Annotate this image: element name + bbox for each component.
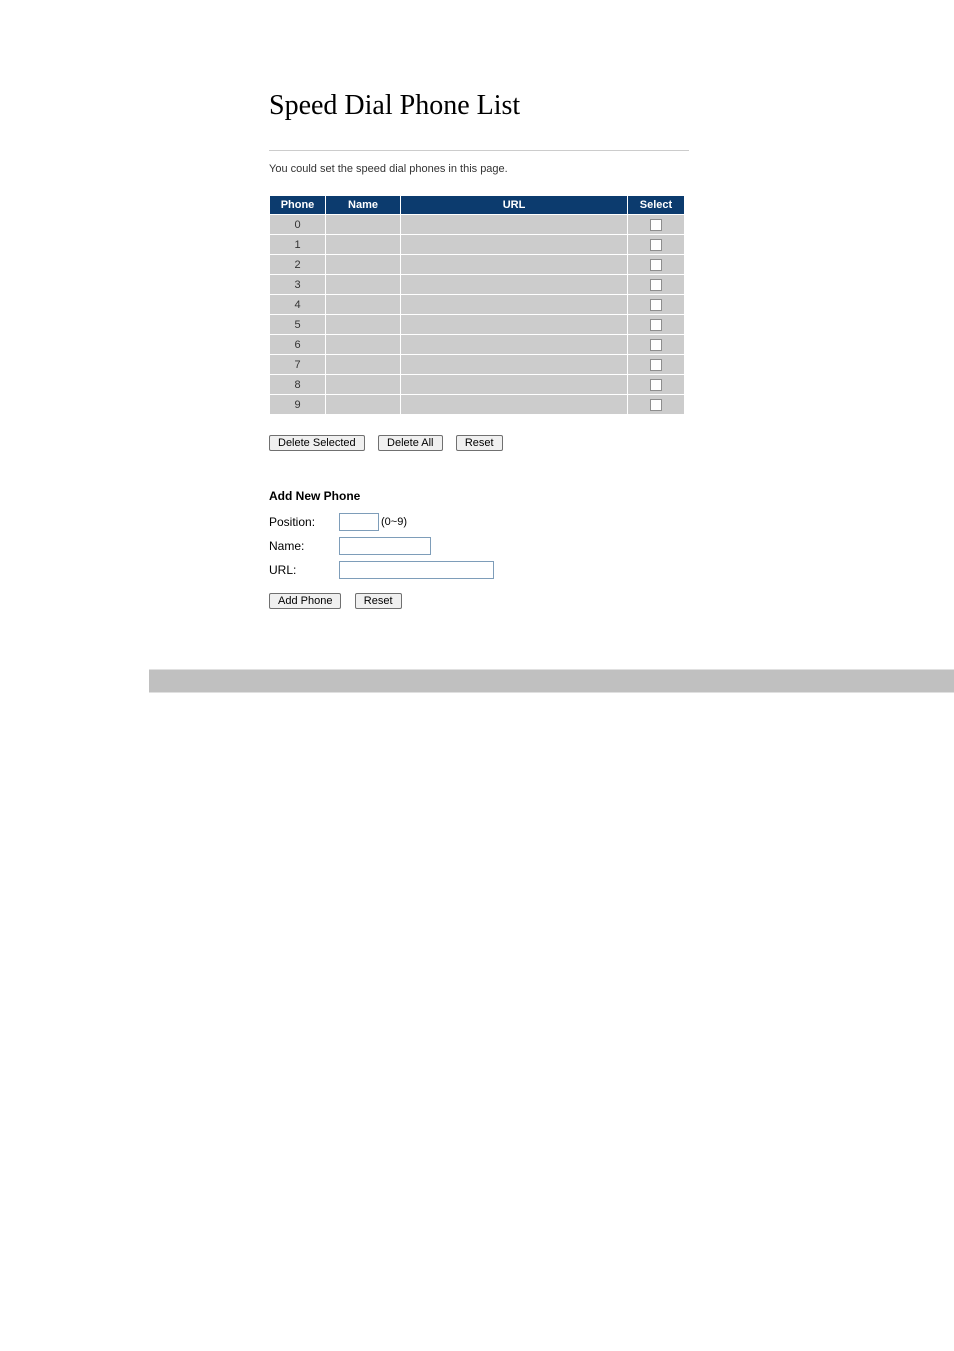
cell-name: [326, 275, 400, 294]
cell-select: [628, 355, 684, 374]
table-row: 8: [270, 375, 684, 394]
select-checkbox[interactable]: [650, 319, 662, 331]
cell-url: [401, 215, 627, 234]
select-checkbox[interactable]: [650, 339, 662, 351]
page-description: You could set the speed dial phones in t…: [269, 163, 954, 175]
select-checkbox[interactable]: [650, 279, 662, 291]
cell-name: [326, 335, 400, 354]
cell-name: [326, 255, 400, 274]
url-label: URL:: [269, 563, 339, 577]
cell-phone: 8: [270, 375, 325, 394]
name-input[interactable]: [339, 537, 431, 555]
url-input[interactable]: [339, 561, 494, 579]
select-checkbox[interactable]: [650, 239, 662, 251]
reset-form-button[interactable]: Reset: [355, 593, 402, 609]
header-select: Select: [628, 196, 684, 214]
cell-name: [326, 375, 400, 394]
cell-phone: 6: [270, 335, 325, 354]
cell-select: [628, 215, 684, 234]
table-row: 4: [270, 295, 684, 314]
cell-name: [326, 235, 400, 254]
header-phone: Phone: [270, 196, 325, 214]
cell-url: [401, 355, 627, 374]
table-row: 9: [270, 395, 684, 414]
divider: [269, 150, 689, 151]
select-checkbox[interactable]: [650, 299, 662, 311]
select-checkbox[interactable]: [650, 259, 662, 271]
cell-phone: 7: [270, 355, 325, 374]
table-row: 2: [270, 255, 684, 274]
footer-bar: [149, 669, 954, 693]
reset-button[interactable]: Reset: [456, 435, 503, 451]
cell-phone: 0: [270, 215, 325, 234]
cell-phone: 5: [270, 315, 325, 334]
cell-select: [628, 255, 684, 274]
cell-name: [326, 355, 400, 374]
table-row: 7: [270, 355, 684, 374]
cell-url: [401, 275, 627, 294]
cell-phone: 1: [270, 235, 325, 254]
form-buttons: Add Phone Reset: [269, 593, 954, 609]
cell-select: [628, 395, 684, 414]
cell-select: [628, 275, 684, 294]
cell-select: [628, 315, 684, 334]
cell-phone: 4: [270, 295, 325, 314]
cell-url: [401, 315, 627, 334]
select-checkbox[interactable]: [650, 359, 662, 371]
cell-name: [326, 315, 400, 334]
table-row: 1: [270, 235, 684, 254]
select-checkbox[interactable]: [650, 379, 662, 391]
cell-url: [401, 335, 627, 354]
table-row: 0: [270, 215, 684, 234]
cell-select: [628, 295, 684, 314]
select-checkbox[interactable]: [650, 399, 662, 411]
position-label: Position:: [269, 515, 339, 529]
cell-select: [628, 375, 684, 394]
add-new-phone-heading: Add New Phone: [269, 489, 954, 503]
cell-select: [628, 235, 684, 254]
table-row: 6: [270, 335, 684, 354]
position-input[interactable]: [339, 513, 379, 531]
table-row: 3: [270, 275, 684, 294]
cell-name: [326, 215, 400, 234]
table-row: 5: [270, 315, 684, 334]
select-checkbox[interactable]: [650, 219, 662, 231]
cell-url: [401, 395, 627, 414]
header-name: Name: [326, 196, 400, 214]
cell-phone: 9: [270, 395, 325, 414]
delete-all-button[interactable]: Delete All: [378, 435, 442, 451]
add-phone-button[interactable]: Add Phone: [269, 593, 341, 609]
cell-url: [401, 255, 627, 274]
cell-name: [326, 295, 400, 314]
page-title: Speed Dial Phone List: [269, 90, 954, 122]
header-url: URL: [401, 196, 627, 214]
cell-url: [401, 235, 627, 254]
cell-select: [628, 335, 684, 354]
phone-table: Phone Name URL Select 0123456789: [269, 195, 685, 415]
cell-url: [401, 375, 627, 394]
cell-phone: 2: [270, 255, 325, 274]
delete-selected-button[interactable]: Delete Selected: [269, 435, 365, 451]
cell-phone: 3: [270, 275, 325, 294]
cell-url: [401, 295, 627, 314]
cell-name: [326, 395, 400, 414]
table-buttons: Delete Selected Delete All Reset: [269, 435, 954, 451]
name-label: Name:: [269, 539, 339, 553]
position-hint: (0~9): [381, 516, 407, 528]
